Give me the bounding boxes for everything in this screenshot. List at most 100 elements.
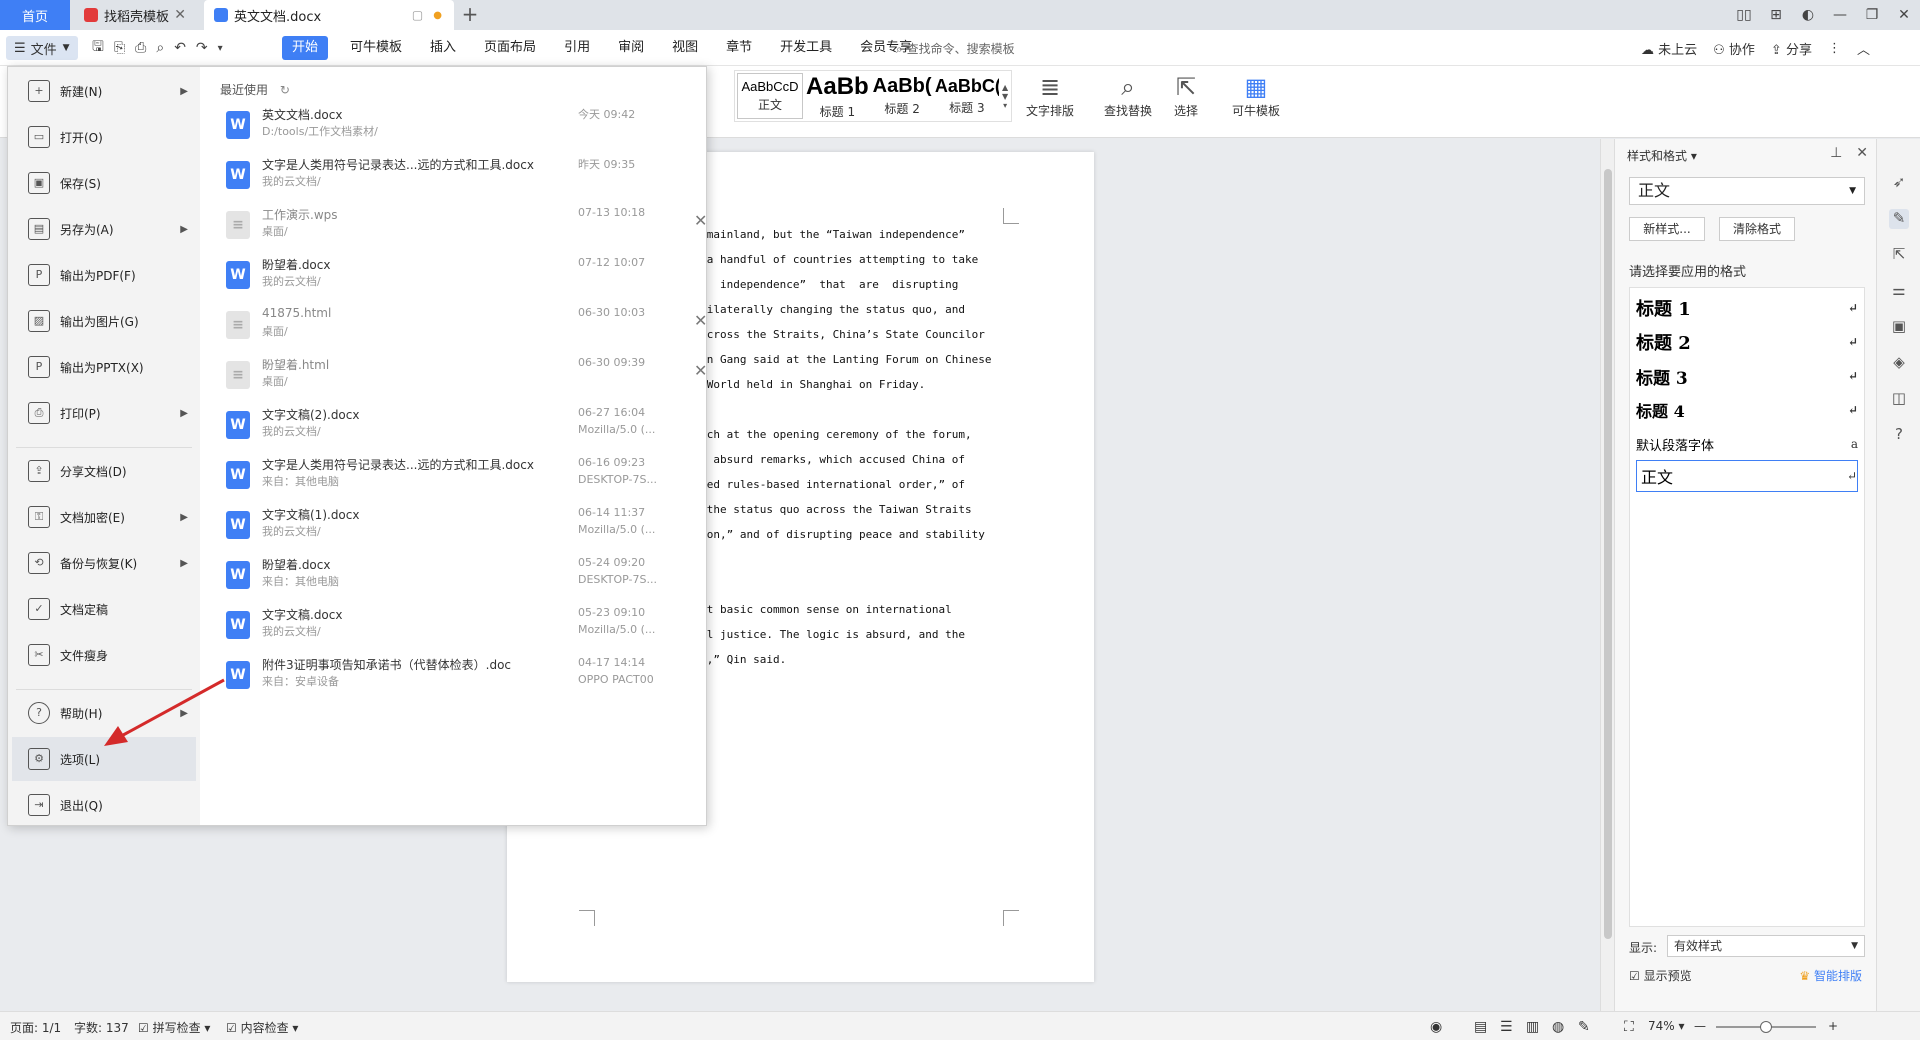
book-icon[interactable]: ◫ — [1889, 389, 1909, 409]
select-button[interactable]: ⇱ 选择 — [1174, 72, 1198, 119]
remove-recent-icon[interactable]: ✕ — [694, 211, 707, 230]
file-menu-item[interactable]: ▨ 输出为图片(G) — [12, 299, 196, 343]
preview-icon[interactable]: ⌕ — [156, 40, 164, 56]
new-style-button[interactable]: 新样式... — [1629, 217, 1705, 241]
outline-view-icon[interactable]: ☰ — [1500, 1019, 1513, 1035]
recent-file-item[interactable]: W 文字文稿(2).docx 我的云文档/06-27 16:04 Mozilla/5.… — [220, 403, 690, 453]
file-menu-item[interactable]: ⚿ 文档加密(E) ▶ — [12, 495, 196, 539]
show-preview-checkbox[interactable]: ☑ 显示预览 — [1629, 967, 1692, 984]
tab-home[interactable]: 首页 — [0, 0, 70, 30]
compass-icon[interactable]: ◈ — [1889, 353, 1909, 373]
style-list-item[interactable]: 标题 2 ↵ — [1636, 326, 1858, 358]
redo-icon[interactable]: ↷ — [196, 40, 208, 56]
pen-mode-icon[interactable]: ✎ — [1578, 1019, 1590, 1035]
content-check-toggle[interactable]: ☑ 内容检查 ▾ — [226, 1019, 298, 1036]
recent-file-item[interactable]: W 文字是人类用符号记录表达...远的方式和工具.docx 来自：其他电脑 06-16… — [220, 453, 690, 503]
tab-developer[interactable]: 开发工具 — [766, 36, 846, 60]
recent-file-item[interactable]: W 盼望着.docx 我的云文档/07-12 10:07 — [220, 253, 690, 303]
read-view-icon[interactable]: ▥ — [1526, 1019, 1539, 1035]
zoom-out-icon[interactable]: — — [1694, 1019, 1706, 1033]
style-list-item-selected[interactable]: 正文 ↵ — [1636, 460, 1858, 492]
style-heading-3[interactable]: AaBbC( 标题 3 — [935, 71, 1000, 121]
new-tab-button[interactable]: + — [458, 4, 482, 26]
tab-insert[interactable]: 插入 — [416, 36, 470, 60]
text-layout-button[interactable]: ≣ 文字排版 — [1026, 72, 1074, 119]
clear-format-button[interactable]: 清除格式 — [1719, 217, 1795, 241]
page-view-icon[interactable]: ▤ — [1474, 1019, 1487, 1035]
style-list-item[interactable]: 标题 3 ↵ — [1636, 360, 1858, 392]
file-menu-item[interactable]: ⇥ 退出(Q) — [12, 783, 196, 827]
restore-icon[interactable]: ❐ — [1856, 7, 1888, 23]
eye-icon[interactable]: ◉ — [1430, 1019, 1442, 1035]
scroll-thumb[interactable] — [1604, 169, 1612, 939]
gallery-scroll[interactable]: ▲ ▼ ▾ — [999, 71, 1011, 121]
zoom-level[interactable]: 74% ▾ — [1648, 1019, 1685, 1033]
file-menu-item[interactable]: P 输出为PDF(F) — [12, 253, 196, 297]
save-icon[interactable]: 🖫 — [92, 36, 104, 60]
undo-icon[interactable]: ↶ — [174, 40, 186, 56]
file-menu-item[interactable]: ⎙ 打印(P) ▶ — [12, 391, 196, 435]
web-view-icon[interactable]: ◍ — [1552, 1019, 1564, 1035]
tab-document[interactable]: 英文文档.docx ▢ ● — [204, 0, 454, 30]
recent-file-item[interactable]: W 英文文档.docx D:/tools/工作文档素材/今天 09:42 — [220, 103, 690, 153]
show-filter-select[interactable]: 有效样式 ▼ — [1667, 935, 1865, 957]
recent-file-item[interactable]: W 文字文稿(1).docx 我的云文档/06-14 11:37 Mozilla/5.… — [220, 503, 690, 553]
file-menu-button[interactable]: ☰ 文件 ▼ — [6, 36, 78, 60]
recent-file-item[interactable]: ≡ 盼望着.html 桌面/06-30 09:39 ✕ — [220, 353, 707, 403]
tab-docer-templates[interactable]: 找稻壳模板 ✕ — [74, 0, 196, 30]
print-icon[interactable]: ⎙ — [135, 40, 146, 56]
tab-view[interactable]: 视图 — [658, 36, 712, 60]
more-icon[interactable]: ▾ — [218, 43, 223, 54]
file-menu-item[interactable]: ✓ 文档定稿 — [12, 587, 196, 631]
remove-recent-icon[interactable]: ✕ — [694, 361, 707, 380]
kn-template-button[interactable]: ▦ 可牛模板 — [1232, 72, 1280, 119]
zoom-in-icon[interactable]: + — [1828, 1019, 1838, 1033]
grid-icon[interactable]: ⊞ — [1760, 7, 1792, 23]
recent-file-item[interactable]: W 文字是人类用符号记录表达...远的方式和工具.docx 我的云文档/昨天 09:… — [220, 153, 690, 203]
command-search[interactable]: ⌕ 查找命令、搜索模板 — [896, 40, 1015, 57]
close-icon[interactable]: ✕ — [174, 7, 186, 23]
tab-review[interactable]: 审阅 — [604, 36, 658, 60]
vertical-scrollbar[interactable] — [1600, 139, 1614, 1011]
file-menu-item[interactable]: ✂ 文件瘦身 — [12, 633, 196, 677]
cloud-status-button[interactable]: ☁ 未上云 — [1641, 39, 1697, 58]
share-button[interactable]: ⇪ 分享 — [1771, 39, 1812, 58]
recent-file-item[interactable]: W 文字文稿.docx 我的云文档/05-23 09:10 Mozilla/5.0 (… — [220, 603, 690, 653]
smart-layout-link[interactable]: ♛ 智能排版 — [1799, 967, 1862, 984]
file-menu-item[interactable]: ⇪ 分享文档(D) — [12, 449, 196, 493]
pen-icon[interactable]: ✎ — [1889, 209, 1909, 229]
word-count[interactable]: 字数: 137 — [74, 1019, 129, 1036]
current-style-select[interactable]: 正文 ▼ — [1629, 177, 1865, 205]
zoom-slider-handle[interactable] — [1760, 1021, 1772, 1033]
export-icon[interactable]: ⎘ — [114, 40, 125, 56]
recent-file-item[interactable]: W 附件3证明事项告知承诺书（代替体检表）.doc 来自：安卓设备 04-17 14:… — [220, 653, 690, 703]
recent-file-item[interactable]: W 盼望着.docx 来自：其他电脑 05-24 09:20 DESKTOP-7S... — [220, 553, 690, 603]
zoom-slider[interactable] — [1716, 1021, 1816, 1033]
spell-check-toggle[interactable]: ☑ 拼写检查 ▾ — [138, 1019, 210, 1036]
layout-icon[interactable]: ▯▯ — [1728, 7, 1760, 23]
file-menu-item[interactable]: P 输出为PPTX(X) — [12, 345, 196, 389]
tab-section[interactable]: 章节 — [712, 36, 766, 60]
styles-panel-title[interactable]: 样式和格式 ▾ — [1627, 147, 1697, 164]
style-list-item[interactable]: 默认段落字体 a — [1636, 428, 1858, 460]
tab-page-layout[interactable]: 页面布局 — [470, 36, 550, 60]
remove-recent-icon[interactable]: ✕ — [694, 311, 707, 330]
refresh-icon[interactable]: ↻ — [280, 83, 290, 97]
tab-start[interactable]: 开始 — [282, 36, 329, 60]
find-replace-button[interactable]: ⌕ 查找替换 — [1104, 72, 1152, 119]
file-menu-item[interactable]: ▭ 打开(O) — [12, 115, 196, 159]
recent-file-item[interactable]: ≡ 41875.html 桌面/06-30 10:03 ✕ — [220, 303, 707, 353]
fit-page-icon[interactable]: ⛶ — [1624, 1019, 1634, 1035]
style-list-item[interactable]: 标题 4 ↵ — [1636, 394, 1858, 426]
file-menu-item[interactable]: ⟲ 备份与恢复(K) ▶ — [12, 541, 196, 585]
tab-references[interactable]: 引用 — [550, 36, 604, 60]
file-menu-item[interactable]: ▣ 保存(S) — [12, 161, 196, 205]
style-normal[interactable]: AaBbCcD 正文 — [737, 73, 803, 119]
comment-icon[interactable]: ▢ — [412, 8, 423, 22]
close-icon[interactable]: ✕ — [1856, 145, 1868, 161]
collab-button[interactable]: ⚇ 协作 — [1713, 39, 1755, 58]
help-icon[interactable]: ? — [1889, 425, 1909, 445]
style-heading-1[interactable]: AaBb 标题 1 — [805, 71, 870, 121]
recent-file-item[interactable]: ≡ 工作演示.wps 桌面/07-13 10:18 ✕ — [220, 203, 707, 253]
close-window-icon[interactable]: ✕ — [1888, 7, 1920, 23]
